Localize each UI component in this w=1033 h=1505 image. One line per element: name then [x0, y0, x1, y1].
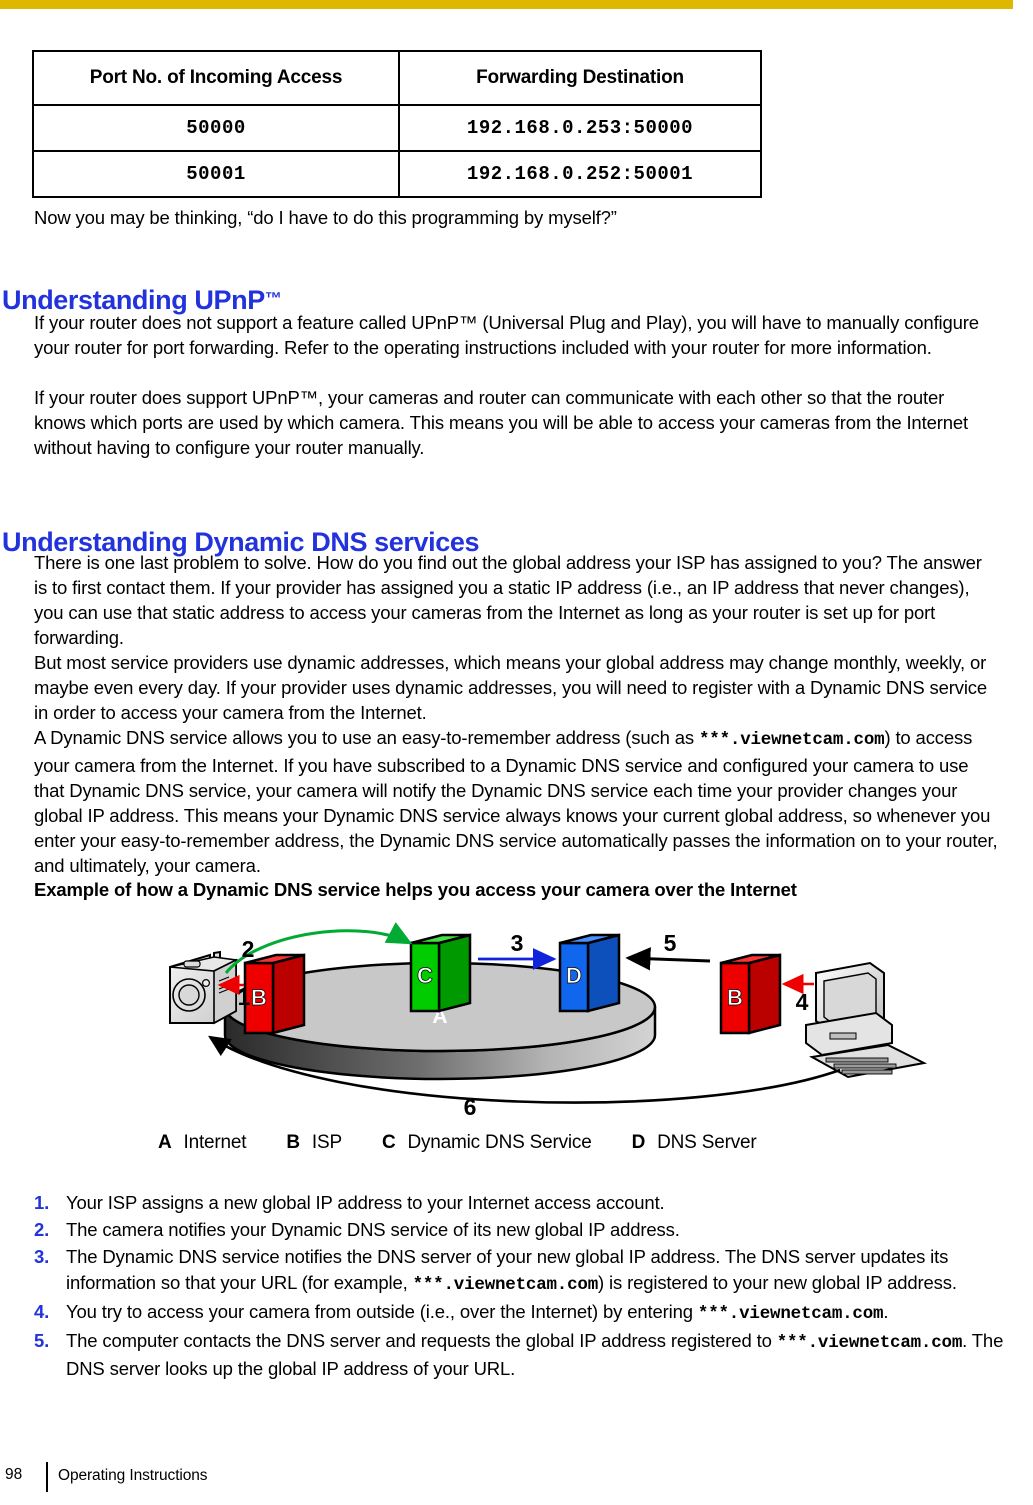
step-number: 3. — [34, 1246, 50, 1267]
legend-key-a: A — [158, 1132, 172, 1153]
box-letter-d: D — [566, 963, 582, 988]
procedure-step: 4. You try to access your camera from out… — [34, 1299, 1004, 1327]
network-camera-icon — [169, 950, 239, 1025]
box-letter-b-left: B — [251, 985, 267, 1010]
ddns-paragraph-2: But most service providers use dynamic a… — [34, 652, 988, 723]
box-dynamic-dns-service: C — [409, 933, 472, 1013]
step-url: ***.viewnetcam.com — [776, 1333, 963, 1353]
box-isp-left: B — [243, 953, 306, 1035]
diagram-step-number-1: 1 — [238, 984, 251, 1010]
ddns-p3-lead: A Dynamic DNS service allows you to use … — [34, 727, 699, 748]
diagram-step-number-6: 6 — [464, 1094, 477, 1120]
diagram-step-number-3: 3 — [511, 930, 524, 956]
step-text: The camera notifies your Dynamic DNS ser… — [66, 1219, 680, 1240]
legend-key-d: D — [631, 1132, 646, 1153]
procedure-step: 1. Your ISP assigns a new global IP addre… — [34, 1190, 1004, 1216]
arrow-5 — [625, 947, 711, 971]
diagram-legend: A Internet B ISP C Dynamic DNS Service D DNS Se… — [158, 1132, 797, 1154]
cell-port: 50001 — [32, 150, 400, 198]
box-letter-c: C — [417, 963, 433, 988]
desktop-computer-icon — [805, 961, 928, 1079]
footer-divider — [46, 1462, 48, 1492]
dynamic-dns-flow-diagram: A B C D B 1 2 3 4 5 6 — [140, 915, 930, 1120]
cell-destination: 192.168.0.253:50000 — [398, 104, 762, 152]
table-header-row: Port No. of Incoming Access Forwarding D… — [32, 50, 762, 106]
upnp-paragraph-1: If your router does not support a featur… — [34, 312, 979, 358]
trademark-symbol: ™ — [264, 289, 282, 309]
footer-title: Operating Instructions — [58, 1467, 208, 1484]
diagram-caption: Example of how a Dynamic DNS service hel… — [34, 879, 797, 900]
step-url: ***.viewnetcam.com — [412, 1275, 599, 1295]
procedure-step: 3. The Dynamic DNS service notifies the D… — [34, 1244, 1004, 1298]
step-text: . — [883, 1301, 889, 1322]
step-number: 4. — [34, 1301, 50, 1322]
legend-label-b: ISP — [311, 1132, 342, 1153]
intro-paragraph: Now you may be thinking, “do I have to d… — [34, 207, 617, 228]
upnp-paragraph-2: If your router does support UPnP™, your … — [34, 387, 968, 458]
page-number: 98 — [5, 1466, 23, 1483]
legend-label-c: Dynamic DNS Service — [407, 1132, 592, 1153]
step-text: ) is registered to your new global IP ad… — [598, 1272, 957, 1293]
legend-key-c: C — [381, 1132, 396, 1153]
box-dns-server: D — [558, 933, 621, 1013]
port-forwarding-table: Port No. of Incoming Access Forwarding D… — [32, 50, 762, 198]
diagram-step-number-5: 5 — [664, 930, 677, 956]
step-text: You try to access your camera from outsi… — [66, 1301, 698, 1322]
document-page: Port No. of Incoming Access Forwarding D… — [0, 0, 1033, 1505]
diagram-step-number-2: 2 — [242, 936, 255, 962]
legend-label-d: DNS Server — [657, 1132, 757, 1153]
ddns-paragraph-3: A Dynamic DNS service allows you to use … — [34, 725, 999, 878]
step-number: 1. — [34, 1192, 50, 1213]
page-footer: 98 Operating Instructions — [0, 1462, 1033, 1494]
column-header-port: Port No. of Incoming Access — [32, 50, 400, 106]
step-number: 2. — [34, 1219, 50, 1240]
table-row: 50001 192.168.0.252:50001 — [32, 150, 762, 198]
diagram-step-number-4: 4 — [796, 989, 809, 1015]
legend-label-a: Internet — [183, 1132, 247, 1153]
procedure-step: 5. The computer contacts the DNS server a… — [34, 1328, 1004, 1382]
box-isp-right: B — [719, 953, 782, 1035]
cell-destination: 192.168.0.252:50001 — [398, 150, 762, 198]
column-header-destination: Forwarding Destination — [398, 50, 762, 106]
step-text: Your ISP assigns a new global IP address… — [66, 1192, 665, 1213]
step-text: The computer contacts the DNS server and… — [66, 1330, 777, 1351]
step-number: 5. — [34, 1330, 50, 1351]
step-url: ***.viewnetcam.com — [697, 1304, 884, 1324]
procedure-steps: 1. Your ISP assigns a new global IP addre… — [34, 1190, 1004, 1383]
box-letter-b-right: B — [727, 985, 743, 1010]
top-accent-bar — [0, 0, 1013, 9]
table-row: 50000 192.168.0.253:50000 — [32, 104, 762, 152]
cell-port: 50000 — [32, 104, 400, 152]
procedure-step: 2. The camera notifies your Dynamic DNS s… — [34, 1217, 1004, 1243]
ddns-paragraph-1: There is one last problem to solve. How … — [34, 552, 982, 648]
legend-key-b: B — [286, 1132, 300, 1153]
ddns-example-url: ***.viewnetcam.com — [699, 730, 885, 750]
